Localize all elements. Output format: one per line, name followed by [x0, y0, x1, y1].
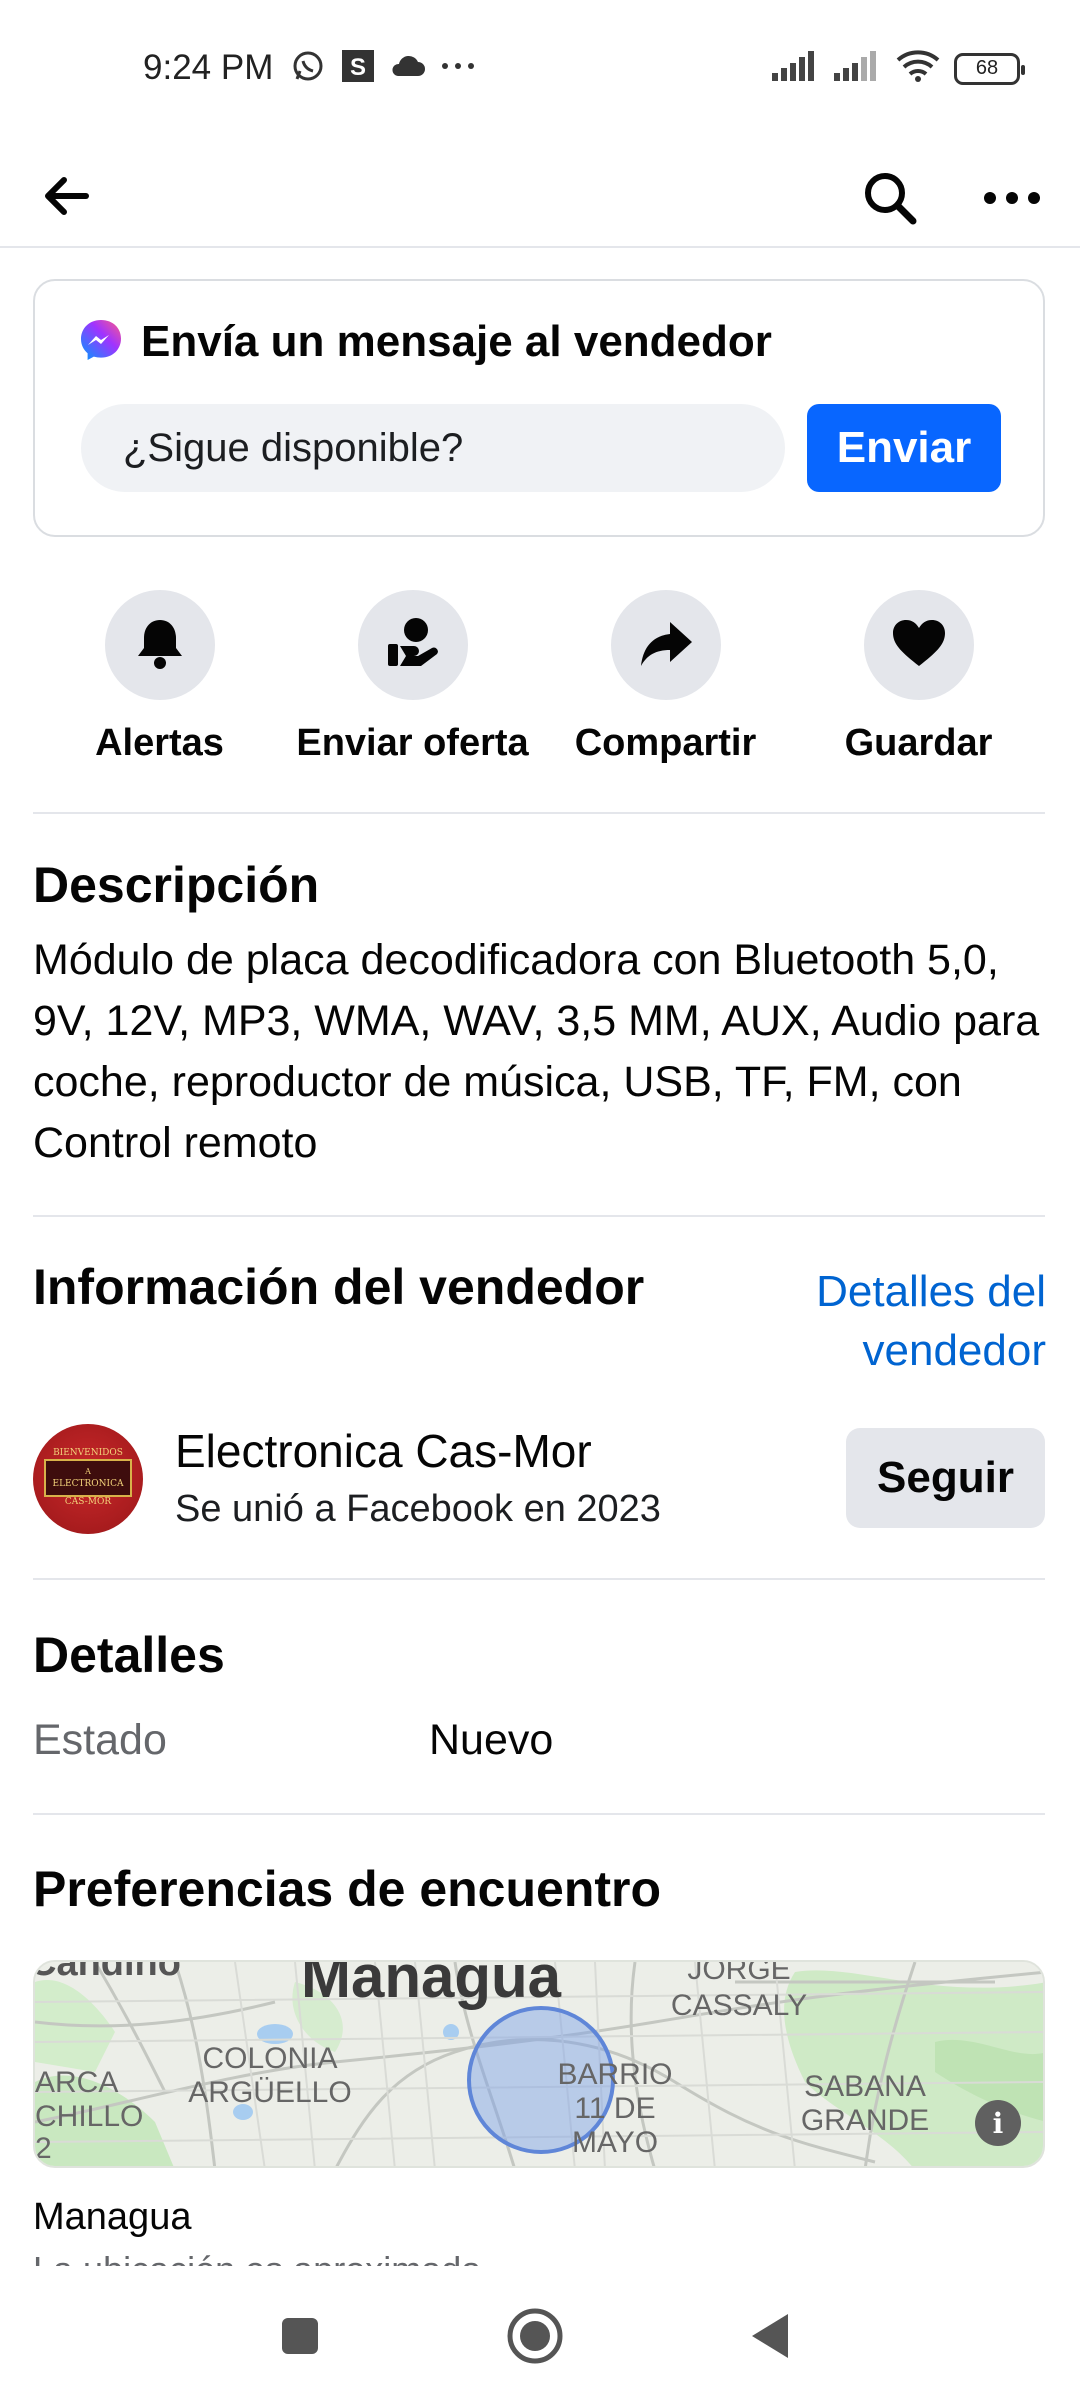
map-label-left2: CHILLO: [35, 2100, 144, 2133]
seller-details-link[interactable]: Detalles del vendedor: [766, 1262, 1046, 1380]
alerts-button[interactable]: [104, 590, 215, 700]
seller-name[interactable]: Electronica Cas-Mor: [175, 1424, 592, 1478]
send-offer-action[interactable]: Enviar oferta: [286, 590, 539, 770]
divider: [33, 1813, 1045, 1815]
divider: [33, 1215, 1045, 1217]
battery-level: 68: [975, 57, 999, 79]
message-input[interactable]: ¿Sigue disponible?: [81, 404, 785, 492]
map-label-colonia: COLONIA ARGÜELLO: [188, 2042, 352, 2109]
map-label-top-left: Candino: [33, 1960, 181, 1984]
avatar-logo: BIENVENIDOS A ELECTRONICA CAS-MOR: [44, 1448, 132, 1507]
status-time: 9:24 PM: [143, 48, 274, 87]
message-seller-card: Envía un mensaje al vendedor ¿Sigue disp…: [33, 279, 1045, 537]
messenger-icon: [79, 318, 123, 367]
status-left-icons: S: [290, 48, 476, 84]
divider: [33, 1578, 1045, 1580]
send-button[interactable]: Enviar: [807, 404, 1001, 492]
bell-icon: [135, 616, 185, 675]
share-action[interactable]: Compartir: [539, 590, 792, 770]
save-button[interactable]: [863, 590, 974, 700]
home-circle-icon[interactable]: [495, 2296, 575, 2376]
detail-label-estado: Estado: [33, 1716, 167, 1764]
follow-button[interactable]: Seguir: [846, 1428, 1045, 1528]
app-bar: [0, 140, 1080, 248]
map-label-barrio: BARRIO 11 DE MAYO: [557, 2058, 673, 2159]
divider: [33, 812, 1045, 814]
message-title: Envía un mensaje al vendedor: [141, 317, 772, 366]
map-label-city: Managua: [301, 1960, 562, 2010]
svg-text:BIENVENIDOS: BIENVENIDOS: [53, 1448, 123, 1458]
svg-text:S: S: [350, 54, 366, 81]
status-right-icons: 68: [772, 50, 1025, 87]
more-options-icon[interactable]: [980, 168, 1044, 228]
send-offer-button[interactable]: [357, 590, 468, 700]
details-title: Detalles: [33, 1627, 225, 1683]
map-label-jorge: JORGE CASSALY: [670, 1960, 808, 2022]
detail-value-estado: Nuevo: [429, 1716, 554, 1764]
recents-square-icon[interactable]: [260, 2296, 340, 2376]
alerts-label: Alertas: [95, 722, 224, 764]
s-app-icon: S: [340, 48, 376, 84]
action-row: Alertas Enviar oferta Compartir Guardar: [33, 590, 1045, 770]
seller-joined: Se unió a Facebook en 2023: [175, 1488, 661, 1530]
description-text: Módulo de placa decodificadora con Bluet…: [33, 936, 1040, 1167]
signal-icon: [772, 51, 820, 86]
search-icon[interactable]: [860, 168, 920, 228]
svg-text:CAS-MOR: CAS-MOR: [65, 1497, 112, 1507]
alerts-action[interactable]: Alertas: [33, 590, 286, 770]
message-title-row: Envía un mensaje al vendedor: [79, 317, 772, 367]
wifi-icon: [896, 50, 940, 87]
battery-icon: 68: [954, 52, 1025, 85]
offer-hand-icon: [384, 614, 442, 677]
heart-icon: [891, 618, 947, 673]
location-note: La ubicación es aproximada: [33, 2250, 481, 2266]
save-action[interactable]: Guardar: [792, 590, 1045, 770]
message-input-value: ¿Sigue disponible?: [123, 425, 464, 470]
seller-avatar[interactable]: BIENVENIDOS A ELECTRONICA CAS-MOR: [33, 1424, 143, 1534]
whatsapp-icon: [290, 48, 326, 84]
location-map[interactable]: Managua Candino JORGE CASSALY COLONIA AR…: [33, 1960, 1045, 2168]
description-title: Descripción: [33, 857, 320, 913]
save-label: Guardar: [844, 722, 993, 764]
meetup-title: Preferencias de encuentro: [33, 1861, 662, 1917]
map-info-icon[interactable]: i: [975, 2100, 1021, 2146]
system-nav-bar: [0, 2266, 1080, 2400]
svg-text:A: A: [84, 1467, 91, 1476]
map-label-left1: ARCA: [35, 2066, 119, 2099]
svg-text:ELECTRONICA: ELECTRONICA: [53, 1479, 124, 1489]
signal-icon: [834, 51, 882, 86]
status-bar: 9:24 PM S 68: [0, 0, 1080, 140]
back-triangle-icon[interactable]: [730, 2296, 810, 2376]
more-dots-icon: [440, 48, 476, 84]
send-offer-label: Enviar oferta: [296, 722, 529, 764]
location-name: Managua: [33, 2196, 192, 2238]
share-icon: [638, 618, 694, 673]
cloud-icon: [390, 48, 426, 84]
map-label-sabana: SABANA GRANDE: [800, 2070, 930, 2137]
share-button[interactable]: [610, 590, 721, 700]
map-label-left3: 2: [35, 2132, 52, 2165]
seller-section-title: Información del vendedor: [33, 1259, 645, 1315]
share-label: Compartir: [574, 722, 757, 764]
back-arrow-icon[interactable]: [38, 168, 94, 224]
